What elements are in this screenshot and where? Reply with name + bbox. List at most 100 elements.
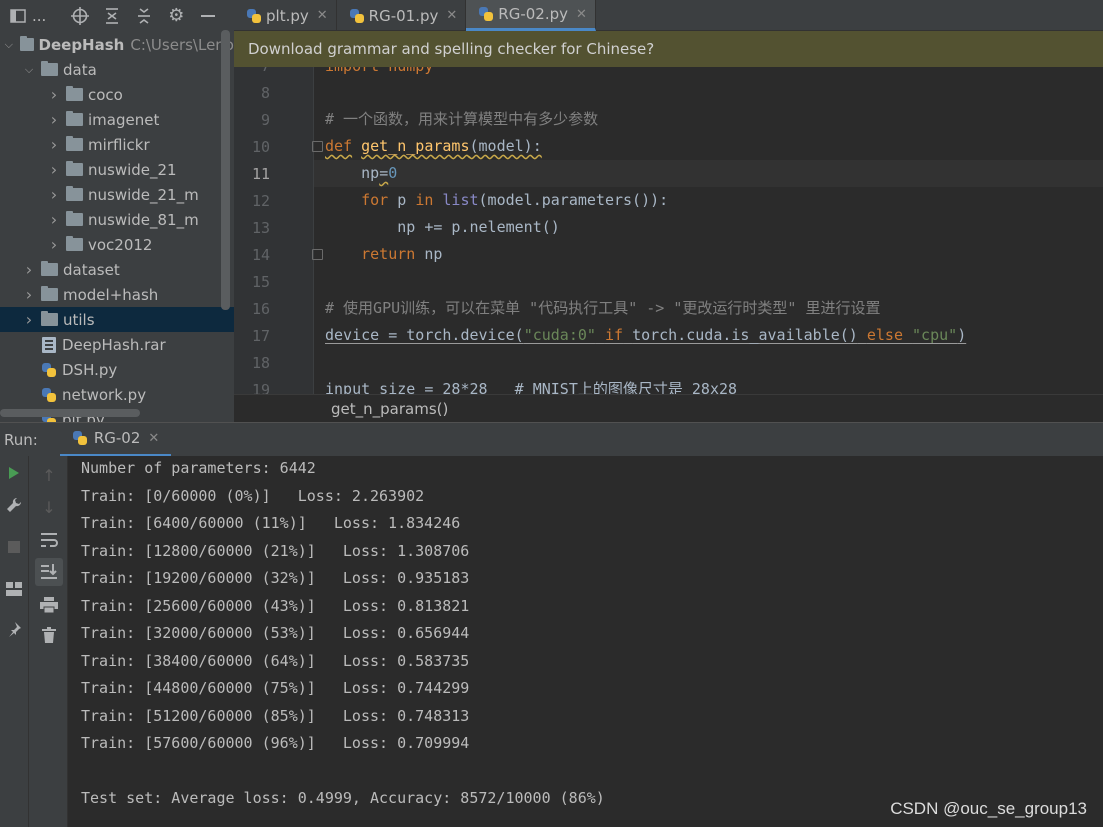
expand-all-icon[interactable] — [102, 6, 122, 26]
chevron-right-icon[interactable]: › — [47, 160, 61, 179]
print-icon[interactable] — [38, 594, 60, 616]
run-tab[interactable]: RG-02 ✕ — [59, 423, 172, 457]
project-view-icon[interactable] — [8, 6, 28, 26]
tree-item-utils[interactable]: › utils — [0, 307, 234, 332]
chevron-right-icon[interactable]: › — [47, 85, 61, 104]
python-file-icon — [41, 362, 57, 378]
code-line-9: # 一个函数，用来计算模型中有多少参数 — [325, 110, 599, 128]
banner-text[interactable]: Download grammar and spelling checker fo… — [248, 40, 654, 58]
tree-root[interactable]: ⌵ DeepHash C:\Users\Leno — [0, 32, 234, 57]
chevron-right-icon[interactable]: › — [22, 310, 36, 329]
code-line-11: np=0 — [361, 164, 398, 182]
wrench-icon[interactable] — [3, 494, 25, 516]
tree-item-label: model+hash — [63, 285, 159, 304]
project-panel: ... ⚙ ⌵ DeepHash C:\Users\Leno ⌵ data › coc… — [0, 0, 234, 422]
breadcrumb[interactable]: get_n_params() — [234, 394, 1103, 422]
collapse-all-icon[interactable] — [134, 6, 154, 26]
console-line: Train: [38400/60000 (64%)] Loss: 0.58373… — [81, 651, 470, 670]
scroll-to-end-icon[interactable] — [35, 558, 63, 586]
archive-file-icon — [42, 336, 56, 353]
run-toolbar-primary — [0, 456, 29, 827]
project-view-label[interactable]: ... — [32, 7, 46, 25]
tab-rg02[interactable]: RG-02.py ✕ — [466, 0, 596, 31]
close-icon[interactable]: ✕ — [576, 7, 587, 22]
console-line: Train: [0/60000 (0%)] Loss: 2.263902 — [81, 486, 425, 505]
line-number: 9 — [260, 111, 270, 129]
code-line-13: np += p.nelement() — [397, 218, 560, 236]
line-number: 7 — [234, 67, 270, 80]
close-icon[interactable]: ✕ — [317, 8, 328, 23]
tree-item-coco[interactable]: › coco — [0, 82, 234, 107]
chevron-down-icon[interactable]: ⌵ — [3, 38, 15, 52]
python-file-icon — [349, 8, 365, 24]
close-icon[interactable]: ✕ — [446, 8, 457, 23]
tree-item-nuswide-21[interactable]: › nuswide_21 — [0, 157, 234, 182]
close-icon[interactable]: ✕ — [148, 431, 159, 446]
tree-item-data[interactable]: ⌵ data — [0, 57, 234, 82]
soft-wrap-icon[interactable] — [38, 529, 60, 551]
plugin-banner[interactable]: Download grammar and spelling checker fo… — [234, 31, 1103, 67]
breadcrumb-item[interactable]: get_n_params() — [331, 400, 448, 418]
code-line-10: def get_n_params(model): — [325, 137, 542, 155]
tree-item-mirflickr[interactable]: › mirflickr — [0, 132, 234, 157]
run-header: Run: RG-02 ✕ — [0, 422, 1103, 457]
tree-item-label: voc2012 — [88, 235, 153, 254]
chevron-right-icon[interactable]: › — [22, 260, 36, 279]
chevron-right-icon[interactable]: › — [22, 285, 36, 304]
tree-item-label: nuswide_81_m — [88, 210, 199, 229]
tree-item-nuswide-81-m[interactable]: › nuswide_81_m — [0, 207, 234, 232]
folder-icon — [41, 286, 58, 301]
tree-item-label: DeepHash.rar — [62, 335, 166, 354]
tree-item-voc2012[interactable]: › voc2012 — [0, 232, 234, 257]
chevron-right-icon[interactable]: › — [47, 110, 61, 129]
line-number: 8 — [260, 84, 270, 102]
rerun-icon[interactable] — [3, 462, 25, 484]
fold-marker-icon[interactable] — [312, 249, 323, 260]
tab-rg01[interactable]: RG-01.py ✕ — [337, 0, 467, 31]
line-number: 10 — [251, 138, 270, 156]
python-file-icon — [246, 8, 262, 24]
tree-item-nuswide-21-m[interactable]: › nuswide_21_m — [0, 182, 234, 207]
line-number: 19 — [251, 381, 270, 394]
folder-icon — [66, 111, 83, 126]
watermark: CSDN @ouc_se_group13 — [890, 799, 1087, 818]
locate-icon[interactable] — [70, 6, 90, 26]
tab-plt[interactable]: plt.py ✕ — [234, 0, 337, 31]
layout-icon[interactable] — [3, 578, 25, 600]
chevron-right-icon[interactable]: › — [47, 185, 61, 204]
tree-item-network-py[interactable]: network.py — [0, 382, 234, 407]
tree-item-label: nuswide_21_m — [88, 185, 199, 204]
line-number: 18 — [251, 354, 270, 372]
line-number: 14 — [251, 246, 270, 264]
run-console[interactable]: Number of parameters: 6442 Train: [0/6000… — [68, 456, 1103, 827]
code-line-14: return np — [361, 245, 443, 263]
chevron-down-icon[interactable]: ⌵ — [22, 63, 36, 77]
console-line: Train: [51200/60000 (85%)] Loss: 0.74831… — [81, 706, 470, 725]
minimize-icon[interactable] — [198, 6, 218, 26]
project-scrollbar[interactable] — [221, 30, 230, 310]
code-line-16: # 使用GPU训练，可以在菜单 "代码执行工具" -> "更改运行时类型" 里进… — [325, 299, 881, 317]
chevron-right-icon[interactable]: › — [47, 210, 61, 229]
tree-item-deephash-rar[interactable]: DeepHash.rar — [0, 332, 234, 357]
folder-icon — [66, 86, 83, 101]
gear-icon[interactable]: ⚙ — [166, 5, 186, 26]
arrow-up-icon[interactable]: ↑ — [38, 464, 60, 486]
arrow-down-icon[interactable]: ↓ — [38, 496, 60, 518]
code-editor[interactable]: 7 8 9 10 11 12 13 14 15 16 17 18 19 import numpy # 一… — [234, 67, 1103, 394]
tree-item-model-hash[interactable]: › model+hash — [0, 282, 234, 307]
stop-icon[interactable] — [3, 536, 25, 558]
tree-item-imagenet[interactable]: › imagenet — [0, 107, 234, 132]
root-name: DeepHash — [38, 35, 125, 54]
pin-icon[interactable] — [3, 618, 25, 640]
console-line: Train: [57600/60000 (96%)] Loss: 0.70999… — [81, 734, 470, 752]
folder-icon — [19, 36, 34, 51]
chevron-right-icon[interactable]: › — [47, 235, 61, 254]
console-line: Train: [32000/60000 (53%)] Loss: 0.65694… — [81, 624, 470, 642]
root-path: C:\Users\Leno — [130, 35, 234, 54]
project-hscrollbar[interactable] — [0, 409, 140, 417]
tree-item-dataset[interactable]: › dataset — [0, 257, 234, 282]
chevron-right-icon[interactable]: › — [47, 135, 61, 154]
fold-marker-icon[interactable] — [312, 141, 323, 152]
trash-icon[interactable] — [38, 624, 60, 646]
tree-item-dsh-py[interactable]: DSH.py — [0, 357, 234, 382]
